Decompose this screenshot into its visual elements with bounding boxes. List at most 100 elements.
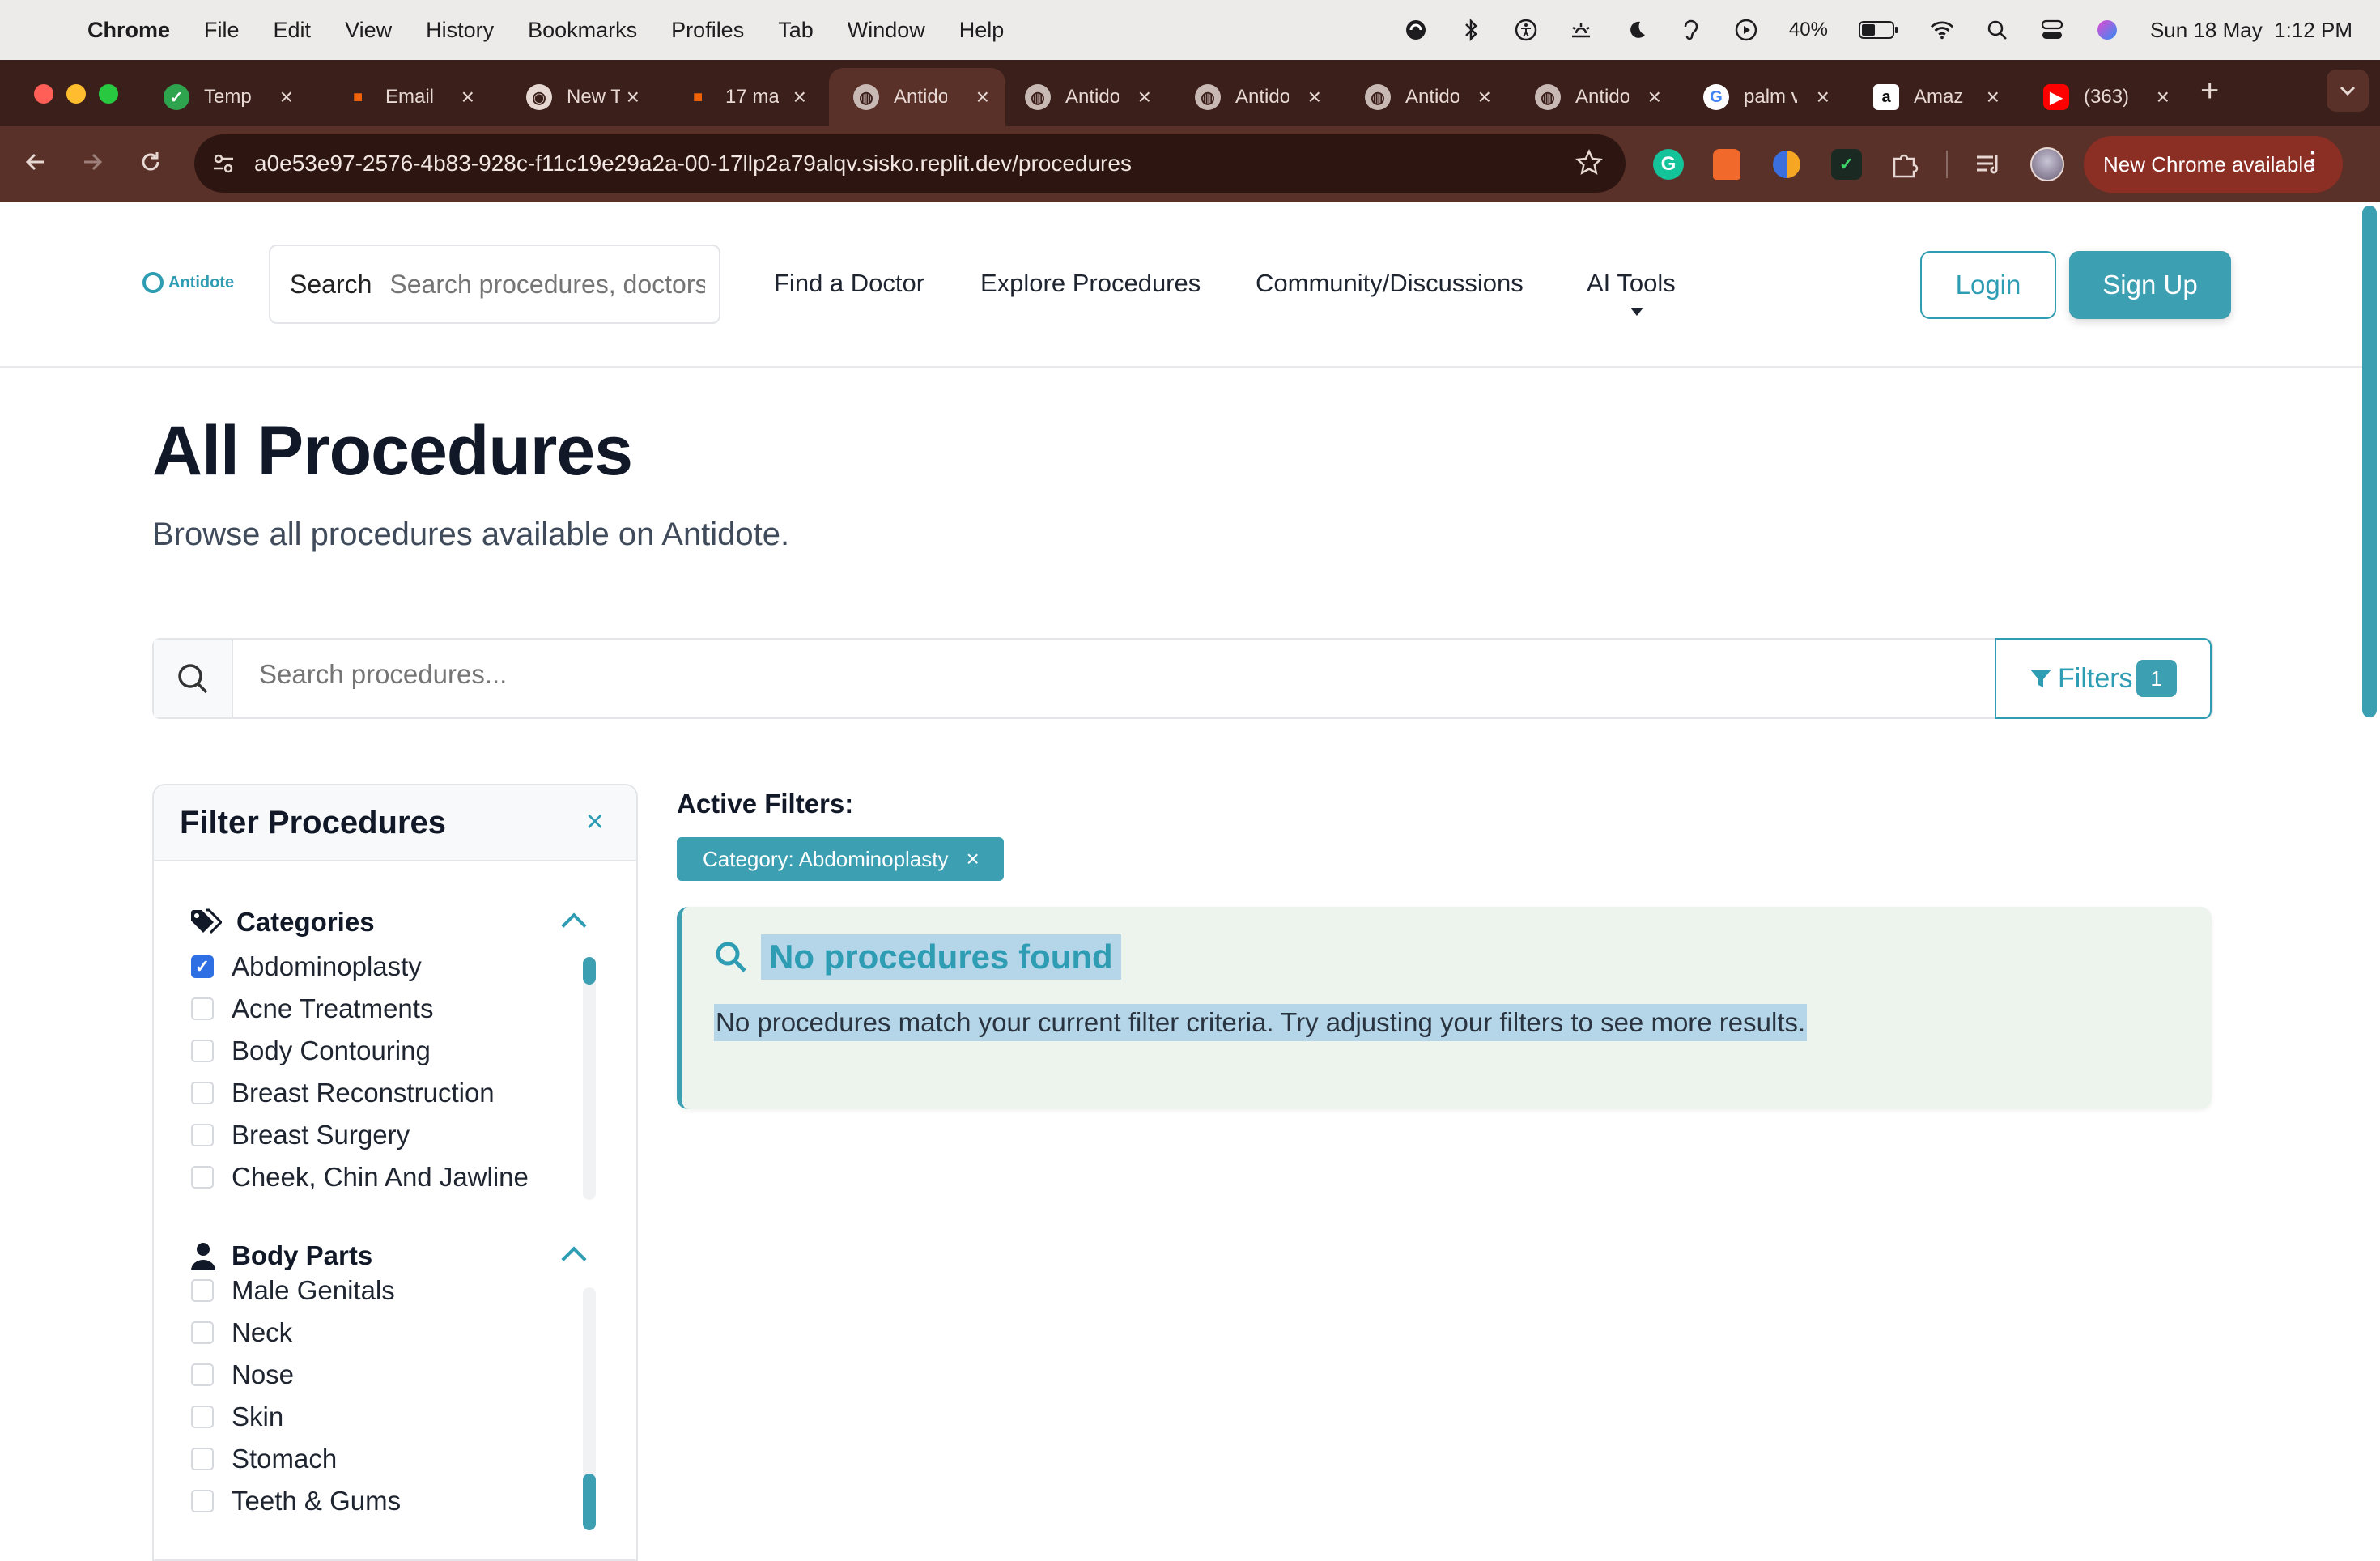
- tab-8[interactable]: ◍ Antido ×: [1511, 68, 1677, 126]
- categories-scrollbar-track[interactable]: [583, 957, 596, 1200]
- close-tab-icon[interactable]: ×: [2157, 84, 2170, 110]
- menu-help[interactable]: Help: [959, 18, 1005, 43]
- checkbox[interactable]: [191, 1166, 214, 1189]
- filter-option[interactable]: Body Contouring: [191, 1030, 529, 1072]
- close-tab-icon[interactable]: ×: [627, 84, 640, 110]
- close-tab-icon[interactable]: ×: [1478, 84, 1491, 110]
- address-bar[interactable]: a0e53e97-2576-4b83-928c-f11c19e29a2a-00-…: [194, 134, 1626, 193]
- checkbox[interactable]: [191, 1321, 214, 1344]
- menu-view[interactable]: View: [345, 18, 392, 43]
- checkbox[interactable]: [191, 1363, 214, 1386]
- profile-avatar[interactable]: [2030, 147, 2064, 181]
- menu-window[interactable]: Window: [848, 18, 925, 43]
- close-icon[interactable]: ×: [586, 805, 604, 840]
- body-parts-collapse-chevron-icon[interactable]: [561, 1246, 587, 1272]
- forward-icon[interactable]: [79, 149, 105, 179]
- filter-option[interactable]: Breast Reconstruction: [191, 1072, 529, 1114]
- filters-button[interactable]: Filters 1: [1995, 638, 2212, 719]
- close-tab-icon[interactable]: ×: [461, 84, 474, 110]
- active-filter-chip[interactable]: Category: Abdominoplasty ×: [677, 837, 1004, 881]
- tab-9[interactable]: Gpalm v ×: [1679, 68, 1846, 126]
- moon-icon[interactable]: [1624, 18, 1648, 42]
- control-center-icon[interactable]: [2040, 18, 2064, 42]
- wifi-icon[interactable]: [1930, 18, 1954, 42]
- spotlight-search-icon[interactable]: [1985, 18, 2009, 42]
- extension-icon-orange[interactable]: [1713, 149, 1740, 180]
- checkbox[interactable]: [191, 1124, 214, 1146]
- filter-option[interactable]: Cheek, Chin And Jawline: [191, 1156, 529, 1198]
- tab-11[interactable]: ▶ (363) ×: [2019, 68, 2186, 126]
- sync-status-icon[interactable]: [1404, 18, 1428, 42]
- checkbox[interactable]: ✓: [191, 955, 214, 978]
- close-tab-icon[interactable]: ×: [280, 84, 293, 110]
- tab-3[interactable]: ■ 17 ma ×: [661, 68, 822, 126]
- close-tab-icon[interactable]: ×: [976, 84, 989, 110]
- filter-option[interactable]: Male Genitals: [191, 1270, 401, 1312]
- tab-5[interactable]: ◍ Antido ×: [1001, 68, 1167, 126]
- menu-history[interactable]: History: [426, 18, 494, 43]
- reading-list-icon[interactable]: [1974, 151, 2003, 182]
- back-icon[interactable]: [23, 149, 49, 179]
- tab-10[interactable]: a Amaz ×: [1849, 68, 2016, 126]
- filter-option[interactable]: Breast Surgery: [191, 1114, 529, 1156]
- checkbox[interactable]: [191, 1082, 214, 1104]
- nav-ai-tools[interactable]: AI Tools: [1587, 269, 1676, 298]
- menu-bookmarks[interactable]: Bookmarks: [528, 18, 637, 43]
- filter-option[interactable]: Neck: [191, 1312, 401, 1354]
- checkbox[interactable]: [191, 1279, 214, 1302]
- menu-file[interactable]: File: [204, 18, 240, 43]
- remove-filter-icon[interactable]: ×: [967, 846, 980, 872]
- sunrise-icon[interactable]: [1569, 18, 1593, 42]
- checkbox[interactable]: [191, 1040, 214, 1062]
- filter-option[interactable]: Acne Treatments: [191, 988, 529, 1030]
- nav-explore-procedures[interactable]: Explore Procedures: [980, 269, 1201, 298]
- tab-search-button[interactable]: [2327, 70, 2369, 112]
- close-tab-icon[interactable]: ×: [1987, 84, 2000, 110]
- nav-find-a-doctor[interactable]: Find a Doctor: [774, 269, 924, 298]
- tab-4[interactable]: ◍ Antido ×: [829, 68, 1005, 126]
- body-parts-scrollbar-thumb[interactable]: [583, 1474, 596, 1530]
- siri-icon[interactable]: [2095, 18, 2119, 42]
- menu-tab[interactable]: Tab: [778, 18, 814, 43]
- site-info-icon[interactable]: [210, 151, 236, 182]
- tab-1[interactable]: ■ Email ×: [321, 68, 491, 126]
- close-tab-icon[interactable]: ×: [793, 84, 806, 110]
- procedure-search-input[interactable]: [259, 659, 1878, 690]
- close-window-button[interactable]: [34, 84, 53, 104]
- close-tab-icon[interactable]: ×: [1817, 84, 1830, 110]
- categories-collapse-chevron-icon[interactable]: [561, 912, 587, 938]
- menu-app-name[interactable]: Chrome: [87, 18, 170, 43]
- new-chrome-available-button[interactable]: New Chrome available ⋮: [2084, 136, 2343, 193]
- grammarly-extension-icon[interactable]: G: [1653, 149, 1684, 180]
- more-menu-icon[interactable]: ⋮: [2301, 149, 2325, 173]
- checkbox[interactable]: [191, 1406, 214, 1428]
- filter-option[interactable]: Teeth & Gums: [191, 1480, 401, 1522]
- close-tab-icon[interactable]: ×: [1648, 84, 1661, 110]
- reload-icon[interactable]: [138, 149, 164, 179]
- checkbox[interactable]: [191, 1448, 214, 1470]
- filter-option[interactable]: Skin: [191, 1396, 401, 1438]
- signup-button[interactable]: Sign Up: [2069, 251, 2231, 319]
- tab-2[interactable]: ◉ New T ×: [502, 68, 656, 126]
- new-tab-button[interactable]: +: [2200, 73, 2219, 109]
- filter-option[interactable]: Nose: [191, 1354, 401, 1396]
- checkbox[interactable]: [191, 997, 214, 1020]
- extension-icon-arc[interactable]: [1773, 151, 1800, 178]
- close-tab-icon[interactable]: ×: [1138, 84, 1151, 110]
- body-parts-section-header[interactable]: Body Parts: [189, 1240, 372, 1271]
- ai-tools-caret-icon[interactable]: [1630, 308, 1643, 316]
- extensions-puzzle-icon[interactable]: [1889, 149, 1920, 184]
- site-logo[interactable]: Antidote: [142, 272, 234, 293]
- bookmark-star-icon[interactable]: [1575, 149, 1603, 182]
- tab-7[interactable]: ◍ Antido ×: [1341, 68, 1507, 126]
- tab-6[interactable]: ◍ Antido ×: [1171, 68, 1337, 126]
- login-button[interactable]: Login: [1920, 251, 2056, 319]
- categories-scrollbar-thumb[interactable]: [583, 957, 596, 985]
- battery-icon[interactable]: [1858, 18, 1899, 42]
- bluetooth-icon[interactable]: [1459, 18, 1483, 42]
- header-search-input[interactable]: [389, 269, 706, 300]
- categories-section-header[interactable]: Categories: [189, 907, 375, 938]
- hearing-icon[interactable]: [1679, 18, 1703, 42]
- menu-edit[interactable]: Edit: [274, 18, 312, 43]
- nav-community-discussions[interactable]: Community/Discussions: [1256, 269, 1524, 298]
